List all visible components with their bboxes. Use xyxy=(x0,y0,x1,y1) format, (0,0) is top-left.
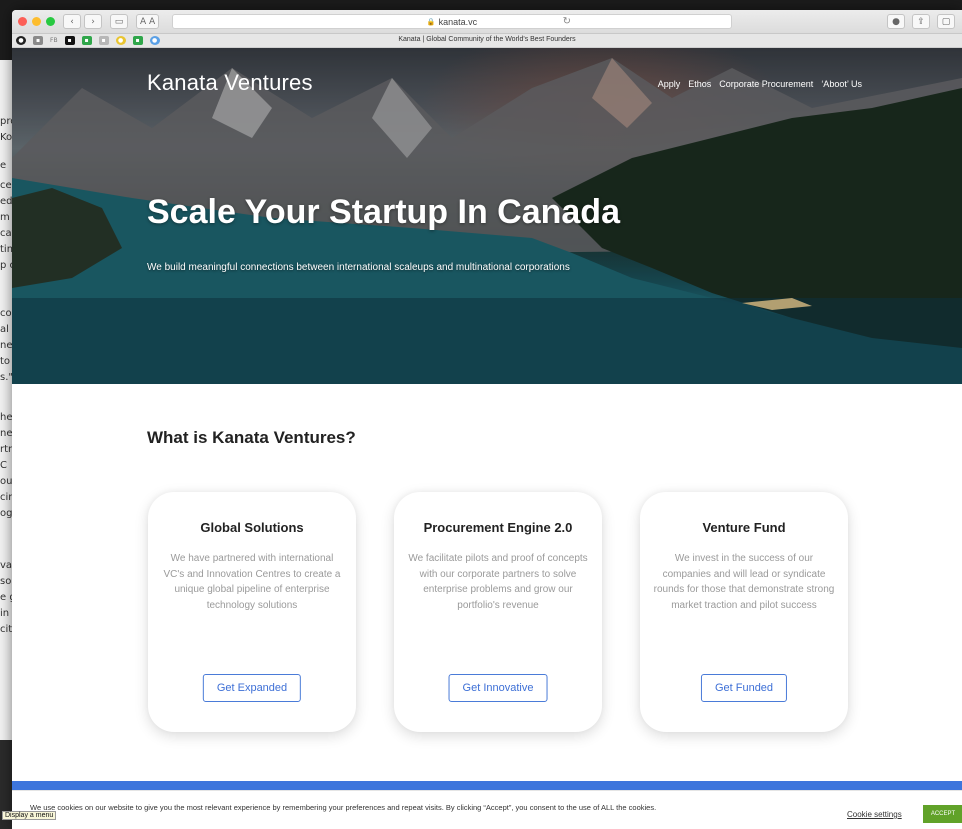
background-text-fragment: he xyxy=(0,412,13,423)
zoom-window-button[interactable] xyxy=(46,17,55,26)
card-body: We have partnered with international VC'… xyxy=(163,553,341,611)
minimize-window-button[interactable] xyxy=(32,17,41,26)
card-body: We facilitate pilots and proof of concep… xyxy=(408,553,588,611)
background-text-fragment: so xyxy=(0,576,12,587)
card-body: We invest in the success of our companie… xyxy=(653,553,835,611)
sidebar-icon: ▭ xyxy=(114,16,124,27)
sidebar-toggle-button[interactable]: ▭ xyxy=(110,14,128,29)
browser-toolbar: ‹ › ▭ A A 🔒 kanata.vc ↻ ● ⇪ ▢ xyxy=(12,10,962,34)
get-funded-button[interactable]: Get Funded xyxy=(700,674,788,702)
background-text-fragment: m xyxy=(0,212,10,223)
nav-ethos[interactable]: Ethos xyxy=(688,79,711,89)
get-expanded-button[interactable]: Get Expanded xyxy=(202,674,302,702)
nav-about-us[interactable]: ‘Aboot’ Us xyxy=(821,79,862,89)
bookmark-icon-yellow[interactable]: ● xyxy=(115,36,126,45)
hero-title: Scale Your Startup In Canada xyxy=(147,193,620,231)
tabs-icon[interactable]: ▢ xyxy=(937,14,955,29)
bookmark-icon-green[interactable]: ▪ xyxy=(81,36,92,45)
card-title: Procurement Engine 2.0 xyxy=(423,520,573,535)
card-title: Venture Fund xyxy=(702,520,786,535)
card-title: Global Solutions xyxy=(200,520,304,535)
card-procurement-engine: Procurement Engine 2.0 We facilitate pil… xyxy=(394,492,602,732)
bookmark-icon-light[interactable]: ▪ xyxy=(98,36,109,45)
background-text-fragment: C xyxy=(0,460,7,471)
cookie-consent-text: We use cookies on our website to give yo… xyxy=(30,803,657,812)
background-text-fragment: e xyxy=(0,160,7,171)
url-text: kanata.vc xyxy=(438,16,478,27)
background-text-fragment: to xyxy=(0,356,11,367)
nav-apply[interactable]: Apply xyxy=(658,79,681,89)
bookmark-icon-black[interactable]: ▪ xyxy=(64,36,75,45)
cookie-accept-button[interactable]: ACCEPT xyxy=(923,805,962,823)
background-text-fragment: ne xyxy=(0,340,13,351)
facebook-bookmark[interactable]: FB xyxy=(50,36,58,45)
extension-icon[interactable]: ● xyxy=(887,14,905,29)
address-bar[interactable]: 🔒 kanata.vc ↻ xyxy=(172,14,732,29)
browser-window: ‹ › ▭ A A 🔒 kanata.vc ↻ ● ⇪ ▢ ● ▪ FB ▪ ▪… xyxy=(12,10,962,829)
background-text-fragment: ed xyxy=(0,196,13,207)
share-icon[interactable]: ⇪ xyxy=(912,14,930,29)
card-venture-fund: Venture Fund We invest in the success of… xyxy=(640,492,848,732)
get-innovative-button[interactable]: Get Innovative xyxy=(448,674,548,702)
card-global-solutions: Global Solutions We have partnered with … xyxy=(148,492,356,732)
bookmark-icon-green-2[interactable]: ▪ xyxy=(132,36,143,45)
chevron-left-icon: ‹ xyxy=(70,16,74,27)
chevron-right-icon: › xyxy=(91,16,95,27)
window-controls xyxy=(18,17,55,26)
hero-subtitle: We build meaningful connections between … xyxy=(147,262,570,273)
display-menu-tooltip: Display a menu xyxy=(2,811,57,820)
github-bookmark-icon[interactable]: ● xyxy=(16,36,26,45)
cookie-banner: We use cookies on our website to give yo… xyxy=(12,790,962,829)
toolbar-right: ● ⇪ ▢ xyxy=(887,14,958,29)
site-logo[interactable]: Kanata Ventures xyxy=(147,70,313,96)
section-title: What is Kanata Ventures? xyxy=(147,428,356,447)
nav-corporate-procurement[interactable]: Corporate Procurement xyxy=(719,79,813,89)
reload-icon[interactable]: ↻ xyxy=(563,16,571,27)
hero-banner: Kanata Ventures Apply Ethos Corporate Pr… xyxy=(12,48,962,384)
back-button[interactable]: ‹ xyxy=(63,14,81,29)
lock-icon: 🔒 xyxy=(426,18,436,26)
bookmarks-bar: ● ▪ FB ▪ ▪ ▪ ● ▪ ● Kanata | Global Commu… xyxy=(12,34,962,48)
bookmark-icon-blue[interactable]: ● xyxy=(149,36,160,45)
forward-button[interactable]: › xyxy=(84,14,102,29)
close-window-button[interactable] xyxy=(18,17,27,26)
background-text-fragment: co xyxy=(0,308,12,319)
reader-text-size-button[interactable]: A A xyxy=(136,14,160,29)
cookie-settings-link[interactable]: Cookie settings xyxy=(847,810,902,819)
bookmark-icon-gray[interactable]: ▪ xyxy=(33,36,43,45)
main-nav: Apply Ethos Corporate Procurement ‘Aboot… xyxy=(658,79,862,89)
footer-blue-band xyxy=(12,781,962,790)
background-text-fragment: in xyxy=(0,608,10,619)
